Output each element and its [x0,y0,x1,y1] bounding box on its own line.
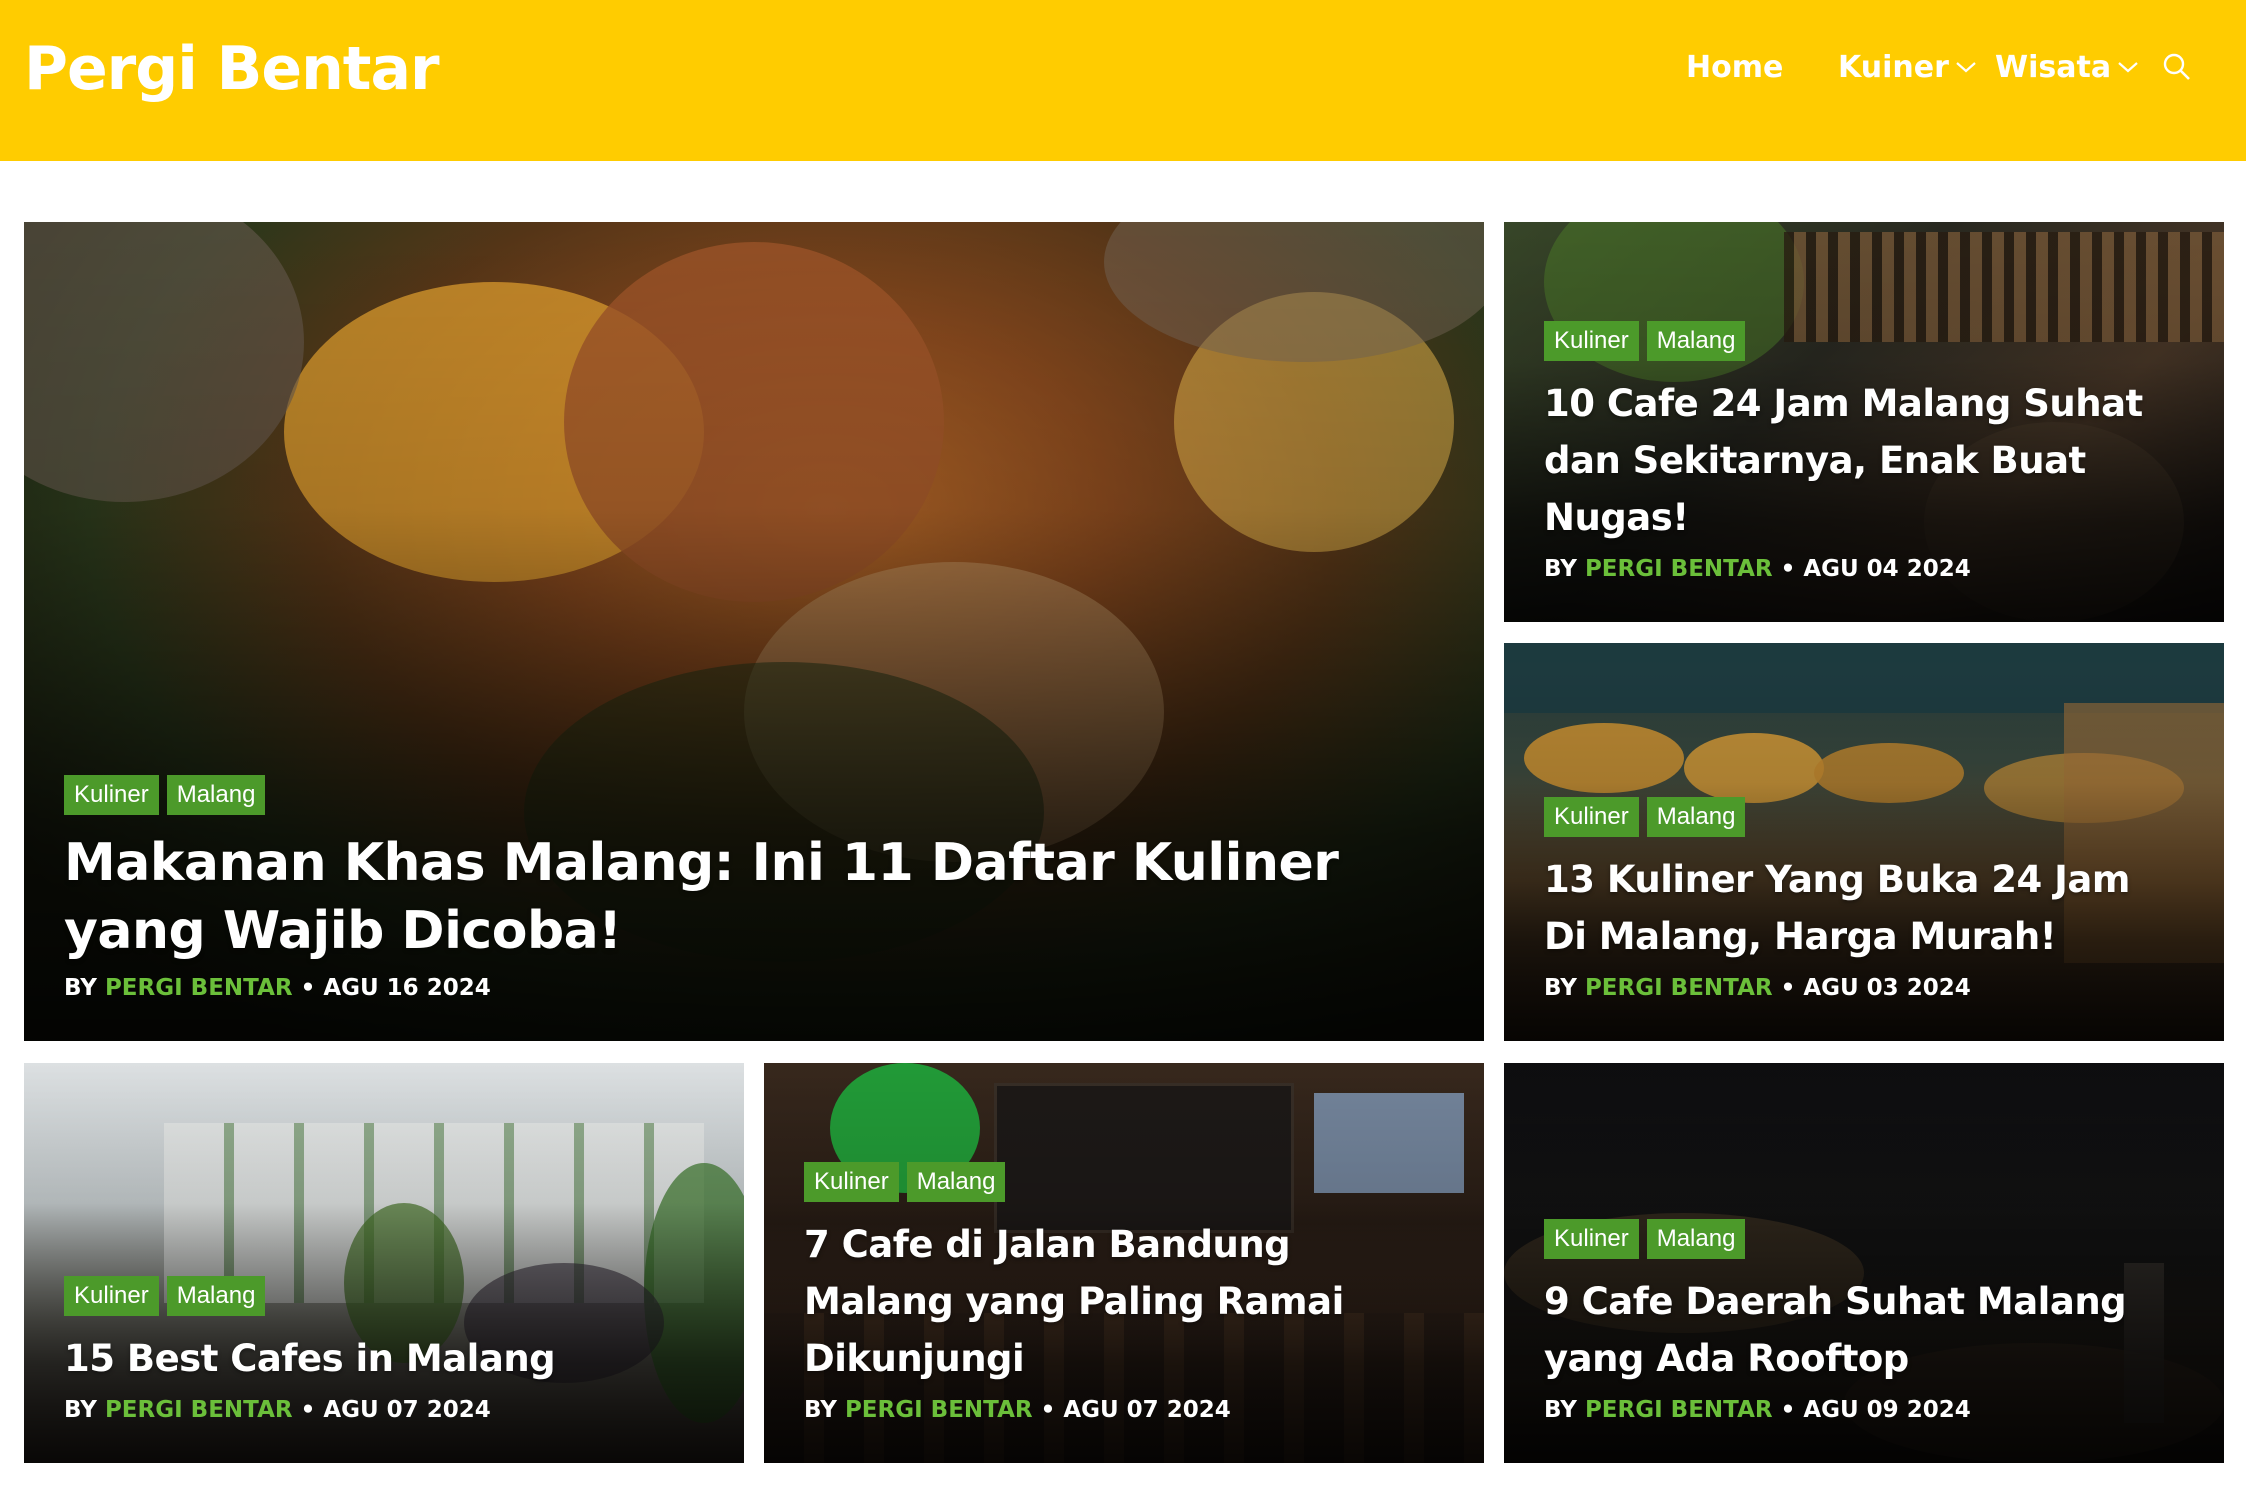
tag-kuliner[interactable]: Kuliner [804,1162,899,1202]
nav-item-wisata[interactable]: Wisata [1995,50,2139,85]
nav-item-kuliner-label: Kuiner [1838,50,1949,85]
post-content: Kuliner Malang 10 Cafe 24 Jam Malang Suh… [1544,321,2184,582]
author-link[interactable]: PERGI BENTAR [105,975,293,1001]
author-link[interactable]: PERGI BENTAR [845,1397,1033,1423]
post-meta: BY PERGI BENTAR • AGU 16 2024 [64,975,1444,1001]
post-title[interactable]: 15 Best Cafes in Malang [64,1330,704,1387]
post-tags: Kuliner Malang [1544,797,2184,837]
post-tags: Kuliner Malang [1544,1219,2184,1259]
site-logo[interactable]: Pergi Bentar [24,34,440,104]
nav-item-wisata-label: Wisata [1995,50,2112,85]
tag-malang[interactable]: Malang [1646,321,1746,361]
post-meta: BY PERGI BENTAR • AGU 07 2024 [804,1397,1444,1423]
post-content: Kuliner Malang 15 Best Cafes in Malang B… [64,1276,704,1423]
tag-malang[interactable]: Malang [166,1276,266,1316]
site-header: Pergi Bentar Home Kuiner Wisata [0,0,2246,161]
search-button[interactable] [2162,52,2192,86]
tag-kuliner[interactable]: Kuliner [1544,797,1639,837]
post-date: • AGU 04 2024 [1780,556,1971,582]
tag-malang[interactable]: Malang [166,775,266,815]
post-card[interactable]: Kuliner Malang 13 Kuliner Yang Buka 24 J… [1504,643,2224,1041]
post-card[interactable]: Kuliner Malang 9 Cafe Daerah Suhat Malan… [1504,1063,2224,1463]
byline-prefix: BY [1544,1397,1577,1423]
post-title[interactable]: 10 Cafe 24 Jam Malang Suhat dan Sekitarn… [1544,375,2184,546]
byline-prefix: BY [1544,975,1577,1001]
tag-malang[interactable]: Malang [1646,797,1746,837]
post-tags: Kuliner Malang [1544,321,2184,361]
tag-kuliner[interactable]: Kuliner [1544,1219,1639,1259]
post-meta: BY PERGI BENTAR • AGU 07 2024 [64,1397,704,1423]
post-meta: BY PERGI BENTAR • AGU 03 2024 [1544,975,2184,1001]
post-meta: BY PERGI BENTAR • AGU 09 2024 [1544,1397,2184,1423]
tag-kuliner[interactable]: Kuliner [64,1276,159,1316]
nav-item-kuliner[interactable]: Kuiner [1838,50,1977,85]
post-tags: Kuliner Malang [64,775,1444,815]
tag-malang[interactable]: Malang [1646,1219,1746,1259]
post-card[interactable]: Kuliner Malang 7 Cafe di Jalan Bandung M… [764,1063,1484,1463]
post-tags: Kuliner Malang [804,1162,1444,1202]
post-title[interactable]: 9 Cafe Daerah Suhat Malang yang Ada Roof… [1544,1273,2184,1387]
search-icon [2163,53,2190,80]
post-date: • AGU 07 2024 [300,1397,491,1423]
author-link[interactable]: PERGI BENTAR [105,1397,293,1423]
post-date: • AGU 07 2024 [1040,1397,1231,1423]
post-date: • AGU 09 2024 [1780,1397,1971,1423]
post-title[interactable]: Makanan Khas Malang: Ini 11 Daftar Kulin… [64,829,1444,965]
post-content: Kuliner Malang 9 Cafe Daerah Suhat Malan… [1544,1219,2184,1423]
byline-prefix: BY [1544,556,1577,582]
byline-prefix: BY [804,1397,837,1423]
author-link[interactable]: PERGI BENTAR [1585,1397,1773,1423]
byline-prefix: BY [64,975,97,1001]
post-title[interactable]: 13 Kuliner Yang Buka 24 Jam Di Malang, H… [1544,851,2184,965]
post-card[interactable]: Kuliner Malang 15 Best Cafes in Malang B… [24,1063,744,1463]
chevron-down-icon [2118,61,2138,72]
tag-malang[interactable]: Malang [906,1162,1006,1202]
tag-kuliner[interactable]: Kuliner [1544,321,1639,361]
featured-post-card[interactable]: Kuliner Malang Makanan Khas Malang: Ini … [24,222,1484,1041]
nav-item-home[interactable]: Home [1686,50,1783,85]
post-card[interactable]: Kuliner Malang 10 Cafe 24 Jam Malang Suh… [1504,222,2224,622]
author-link[interactable]: PERGI BENTAR [1585,975,1773,1001]
author-link[interactable]: PERGI BENTAR [1585,556,1773,582]
post-content: Kuliner Malang 13 Kuliner Yang Buka 24 J… [1544,797,2184,1001]
featured-post-content: Kuliner Malang Makanan Khas Malang: Ini … [64,775,1444,1001]
post-date: • AGU 03 2024 [1780,975,1971,1001]
post-meta: BY PERGI BENTAR • AGU 04 2024 [1544,556,2184,582]
chevron-down-icon [1956,61,1976,72]
tag-kuliner[interactable]: Kuliner [64,775,159,815]
post-tags: Kuliner Malang [64,1276,704,1316]
post-title[interactable]: 7 Cafe di Jalan Bandung Malang yang Pali… [804,1216,1444,1387]
post-content: Kuliner Malang 7 Cafe di Jalan Bandung M… [804,1162,1444,1423]
byline-prefix: BY [64,1397,97,1423]
post-date: • AGU 16 2024 [300,975,491,1001]
